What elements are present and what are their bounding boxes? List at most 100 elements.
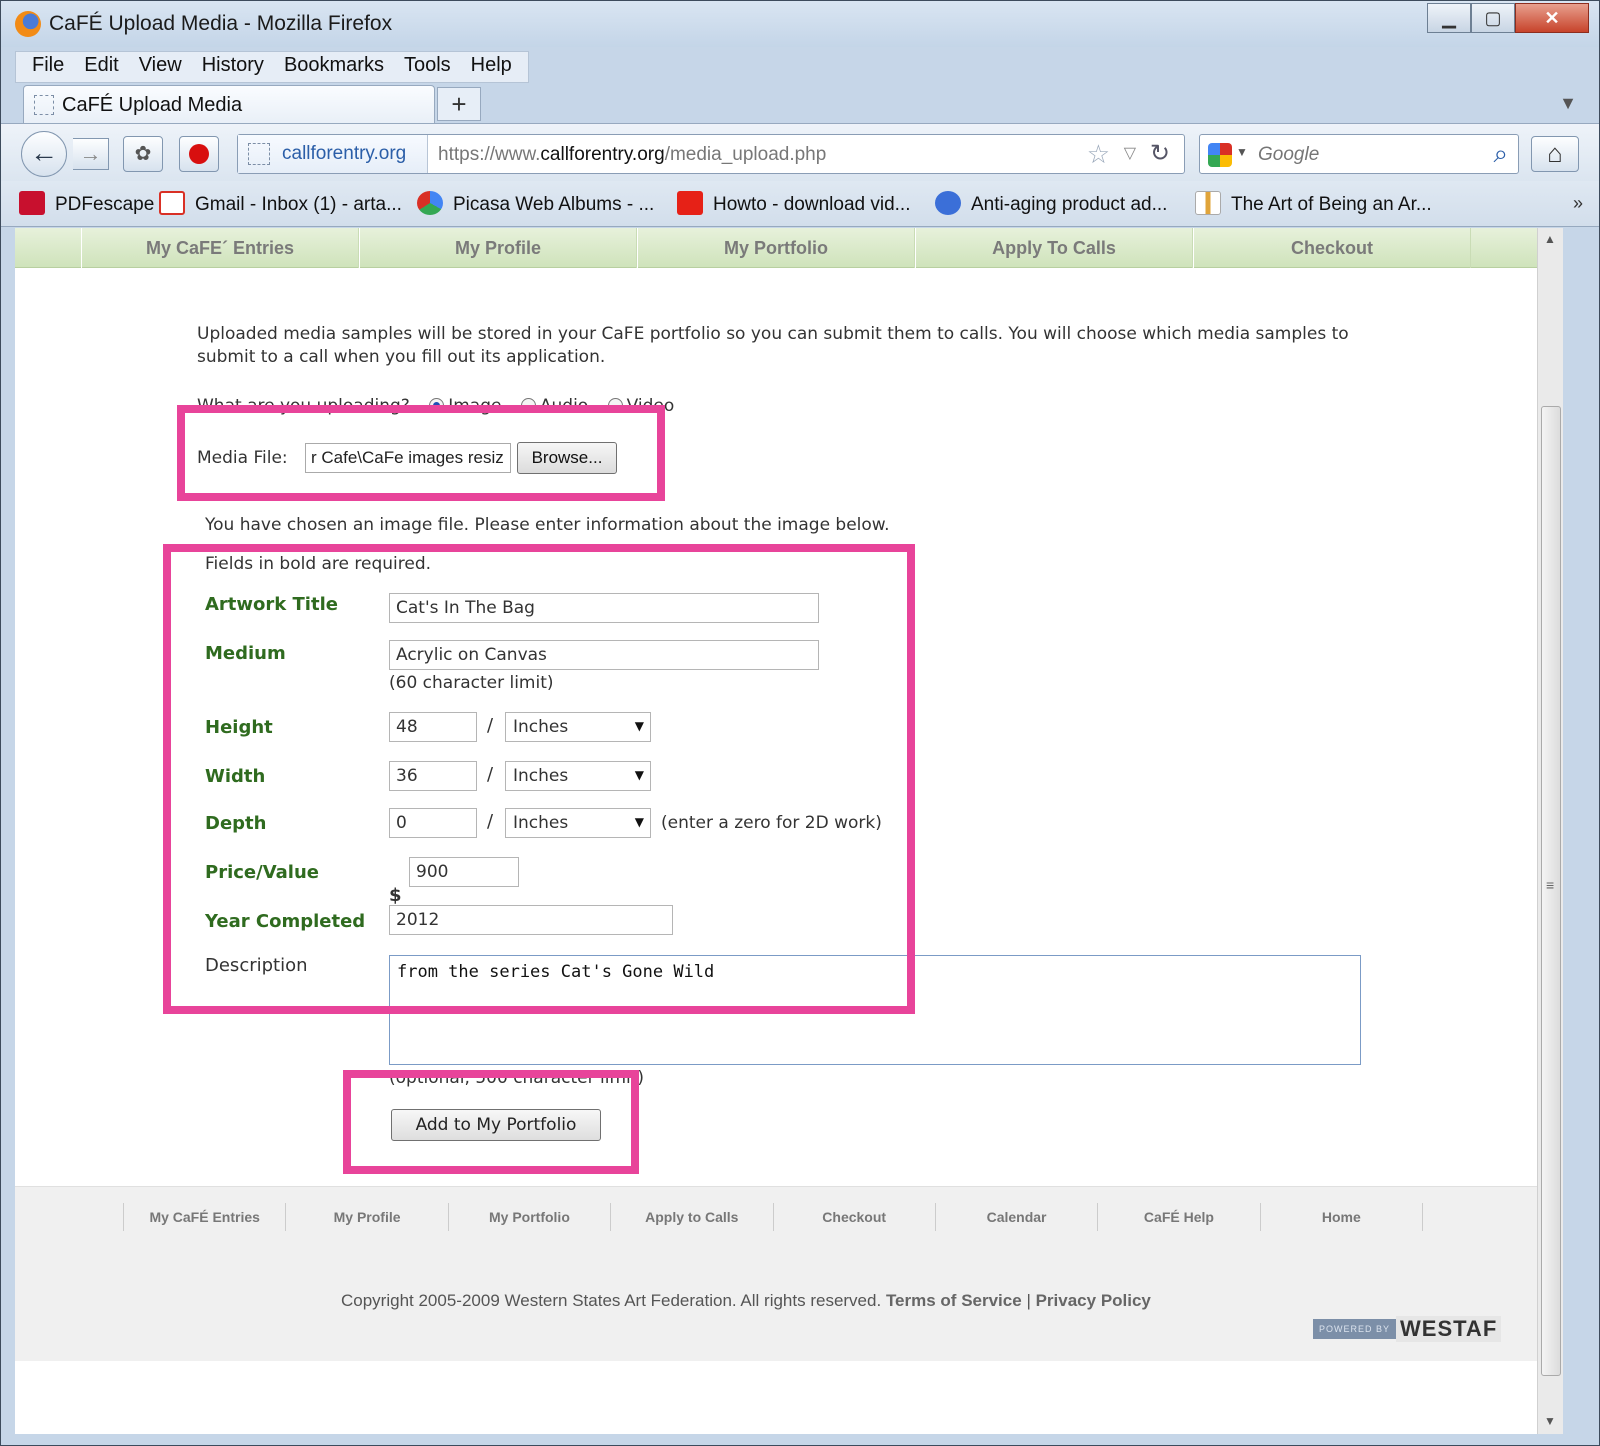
maximize-button[interactable]: ▢ xyxy=(1471,3,1515,33)
menu-bar: File Edit View History Bookmarks Tools H… xyxy=(15,51,529,83)
forward-button[interactable]: → xyxy=(73,138,109,170)
more-bookmarks-chevron-icon[interactable]: » xyxy=(1573,193,1583,214)
list-all-tabs-icon[interactable]: ▼ xyxy=(1559,93,1577,114)
footer-home[interactable]: Home xyxy=(1259,1203,1423,1231)
puzzle-icon: ✿ xyxy=(134,143,152,165)
nav-my-cafe-entries[interactable]: My CaFE´ Entries xyxy=(81,228,359,268)
search-icon[interactable]: ⌕ xyxy=(1493,138,1508,170)
bookmarks-toolbar: PDFescape Gmail - Inbox (1) - arta... Pi… xyxy=(1,181,1599,227)
bookmark-star-icon[interactable]: ☆ xyxy=(1087,139,1110,170)
grip-icon: ≡ xyxy=(1546,877,1555,893)
separator: | xyxy=(1026,1291,1031,1310)
back-arrow-icon: ← xyxy=(30,137,58,168)
gmail-icon xyxy=(159,191,185,215)
upload-form-area: Uploaded media samples will be stored in… xyxy=(15,268,1537,1268)
url-domain: callforentry.org xyxy=(540,144,665,165)
site-identity-button[interactable]: callforentry.org xyxy=(238,135,428,173)
new-tab-button[interactable]: + xyxy=(437,87,481,121)
browser-window: CaFÉ Upload Media - Mozilla Firefox ▁ ▢ … xyxy=(0,0,1600,1446)
bookmark-item[interactable]: Picasa Web Albums - ... xyxy=(417,191,654,216)
title-bar: CaFÉ Upload Media - Mozilla Firefox ▁ ▢ … xyxy=(1,1,1599,47)
privacy-link[interactable]: Privacy Policy xyxy=(1036,1291,1151,1310)
nav-my-profile[interactable]: My Profile xyxy=(359,228,637,268)
url-path: /media_upload.php xyxy=(664,144,827,165)
westaf-wordmark: WESTAF xyxy=(1396,1316,1502,1342)
bookmark-page-icon xyxy=(1195,191,1221,215)
reload-icon[interactable]: ↻ xyxy=(1150,139,1170,168)
footer-calendar[interactable]: Calendar xyxy=(934,1203,1097,1231)
history-dropdown-icon[interactable]: ▽ xyxy=(1124,143,1136,163)
bookmark-label: Anti-aging product ad... xyxy=(971,194,1168,215)
footer-apply-to-calls[interactable]: Apply to Calls xyxy=(610,1203,772,1231)
home-button[interactable]: ⌂ xyxy=(1531,136,1579,172)
window-controls: ▁ ▢ ✕ xyxy=(1427,3,1589,33)
bookmark-item[interactable]: PDFescape xyxy=(19,191,154,216)
tab-strip: CaFÉ Upload Media + ▼ xyxy=(1,85,1599,125)
bookmark-label: PDFescape xyxy=(55,194,155,215)
bookmark-item[interactable]: Howto - download vid... xyxy=(677,191,911,216)
tab-cafe-upload-media[interactable]: CaFÉ Upload Media xyxy=(23,85,435,125)
search-input[interactable] xyxy=(1258,144,1478,166)
menu-view[interactable]: View xyxy=(129,52,192,82)
record-button[interactable] xyxy=(179,136,219,172)
highlight-box-form-fields xyxy=(163,544,915,1014)
page-viewport: My CaFE´ Entries My Profile My Portfolio… xyxy=(15,228,1563,1434)
close-button[interactable]: ✕ xyxy=(1515,3,1589,33)
footer-nav: My CaFÉ Entries My Profile My Portfolio … xyxy=(123,1203,1423,1231)
menu-history[interactable]: History xyxy=(192,52,274,82)
footer-my-profile[interactable]: My Profile xyxy=(285,1203,447,1231)
url-text[interactable]: https://www.callforentry.org/media_uploa… xyxy=(438,144,826,166)
site-identity-label: callforentry.org xyxy=(282,143,407,164)
vertical-scrollbar[interactable]: ▲ ≡ ▼ xyxy=(1537,228,1563,1434)
nav-apply-to-calls[interactable]: Apply To Calls xyxy=(915,228,1193,268)
google-icon[interactable] xyxy=(1208,143,1232,167)
scrollbar-thumb[interactable]: ≡ xyxy=(1541,406,1561,1376)
menu-bookmarks[interactable]: Bookmarks xyxy=(274,52,394,82)
nav-my-portfolio[interactable]: My Portfolio xyxy=(637,228,915,268)
home-icon: ⌂ xyxy=(1547,138,1563,168)
intro-text: Uploaded media samples will be stored in… xyxy=(197,324,1349,367)
page-icon xyxy=(248,143,270,165)
westaf-logo[interactable]: POWERED BY WESTAF xyxy=(1313,1316,1502,1342)
url-prefix: https://www. xyxy=(438,144,541,165)
picasa-icon xyxy=(417,191,443,215)
bookmark-item[interactable]: Gmail - Inbox (1) - arta... xyxy=(159,191,402,216)
site-top-nav: My CaFE´ Entries My Profile My Portfolio… xyxy=(15,228,1537,268)
menu-help[interactable]: Help xyxy=(461,52,522,82)
engine-dropdown-icon[interactable]: ▼ xyxy=(1236,145,1248,159)
search-bar[interactable]: ▼ ⌕ xyxy=(1199,134,1519,174)
tab-label: CaFÉ Upload Media xyxy=(62,94,243,116)
page-icon xyxy=(34,95,54,115)
footer-my-portfolio[interactable]: My Portfolio xyxy=(447,1203,610,1231)
page-bottom xyxy=(15,1361,1537,1401)
site-footer: My CaFÉ Entries My Profile My Portfolio … xyxy=(15,1186,1537,1361)
terms-link[interactable]: Terms of Service xyxy=(886,1291,1022,1310)
footer-checkout[interactable]: Checkout xyxy=(772,1203,935,1231)
minimize-button[interactable]: ▁ xyxy=(1427,3,1471,33)
bookmark-item[interactable]: Anti-aging product ad... xyxy=(935,191,1167,216)
menu-file[interactable]: File xyxy=(22,52,74,82)
extension-button[interactable]: ✿ xyxy=(123,136,163,172)
copyright-text: Copyright 2005-2009 Western States Art F… xyxy=(341,1291,882,1310)
bookmark-item[interactable]: The Art of Being an Ar... xyxy=(1195,191,1432,216)
highlight-box-media-file xyxy=(177,405,665,501)
bookmark-label: Picasa Web Albums - ... xyxy=(453,194,655,215)
window-title: CaFÉ Upload Media - Mozilla Firefox xyxy=(49,12,393,35)
scroll-up-icon[interactable]: ▲ xyxy=(1544,232,1556,246)
navigation-toolbar: ← → ✿ callforentry.org https://www.callf… xyxy=(1,123,1599,181)
footer-cafe-help[interactable]: CaFÉ Help xyxy=(1097,1203,1259,1231)
youtube-icon xyxy=(677,191,703,215)
forward-arrow-icon: → xyxy=(79,141,102,166)
footer-my-cafe-entries[interactable]: My CaFÉ Entries xyxy=(123,1203,285,1231)
firefox-icon xyxy=(15,11,41,37)
globe-icon xyxy=(935,191,961,215)
menu-tools[interactable]: Tools xyxy=(394,52,461,82)
copyright-line: Copyright 2005-2009 Western States Art F… xyxy=(341,1291,1151,1311)
nav-checkout[interactable]: Checkout xyxy=(1193,228,1471,268)
bookmark-label: Gmail - Inbox (1) - arta... xyxy=(195,194,402,215)
address-bar[interactable]: callforentry.org https://www.callforentr… xyxy=(237,134,1185,174)
menu-edit[interactable]: Edit xyxy=(74,52,128,82)
bookmark-label: The Art of Being an Ar... xyxy=(1231,194,1432,215)
back-button[interactable]: ← xyxy=(21,131,67,177)
scroll-down-icon[interactable]: ▼ xyxy=(1544,1414,1556,1428)
